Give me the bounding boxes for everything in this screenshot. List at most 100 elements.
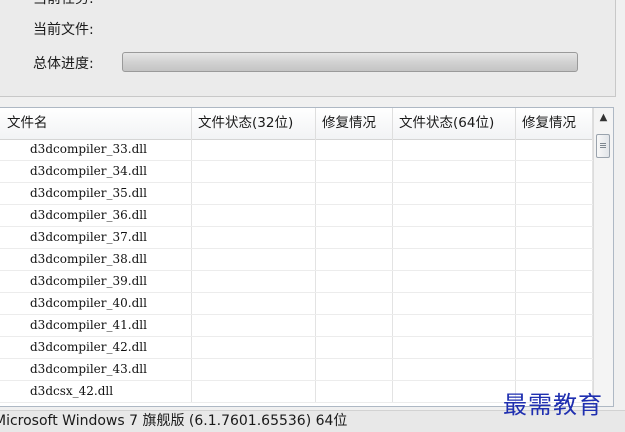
chevron-up-icon[interactable]: ▲ xyxy=(594,108,613,128)
table-row[interactable]: d3dcompiler_37.dll xyxy=(0,227,593,249)
status-panel: 当前任务: 当前文件: 总体进度: xyxy=(0,0,616,97)
cell-filename: d3dcompiler_38.dll xyxy=(0,249,192,270)
filename-text: d3dcompiler_35.dll xyxy=(30,186,147,200)
table-cell xyxy=(192,271,316,292)
table-cell xyxy=(393,227,516,248)
table-cell xyxy=(316,271,393,292)
filename-text: d3dcompiler_36.dll xyxy=(30,208,147,222)
vertical-scrollbar[interactable]: ▲ xyxy=(593,108,613,406)
filename-text: d3dcompiler_39.dll xyxy=(30,274,147,288)
cell-filename: d3dcompiler_40.dll xyxy=(0,293,192,314)
table-cell xyxy=(516,227,593,248)
table-cell xyxy=(316,293,393,314)
table-cell xyxy=(316,139,393,160)
table-cell xyxy=(393,359,516,380)
table-cell xyxy=(192,205,316,226)
table-cell xyxy=(393,161,516,182)
table-row[interactable]: d3dcompiler_35.dll xyxy=(0,183,593,205)
cell-filename: d3dcompiler_37.dll xyxy=(0,227,192,248)
table-cell xyxy=(316,315,393,336)
table-row[interactable]: d3dcompiler_38.dll xyxy=(0,249,593,271)
overall-progress-bar xyxy=(122,52,578,72)
filename-text: d3dcompiler_40.dll xyxy=(30,296,147,310)
table-cell xyxy=(316,359,393,380)
table-cell xyxy=(393,271,516,292)
column-header-status-64bit[interactable]: 文件状态(64位) xyxy=(393,108,516,139)
table-cell xyxy=(516,315,593,336)
table-cell xyxy=(192,359,316,380)
table-cell xyxy=(393,183,516,204)
table-body: d3dcompiler_33.dll d3dcompiler_34.dll d3dc… xyxy=(0,139,593,403)
filename-text: d3dcompiler_38.dll xyxy=(30,252,147,266)
table-cell xyxy=(192,161,316,182)
table-row[interactable]: d3dcompiler_34.dll xyxy=(0,161,593,183)
table-row[interactable]: d3dcompiler_40.dll xyxy=(0,293,593,315)
table-row[interactable]: d3dcompiler_41.dll xyxy=(0,315,593,337)
filename-text: d3dcompiler_43.dll xyxy=(30,362,147,376)
os-info-text: Microsoft Windows 7 旗舰版 (6.1.7601.65536)… xyxy=(0,413,348,429)
cell-filename: d3dcompiler_33.dll xyxy=(0,139,192,160)
table-row[interactable]: d3dcompiler_33.dll xyxy=(0,139,593,161)
grip-line xyxy=(600,143,606,144)
cell-filename: d3dcompiler_43.dll xyxy=(0,359,192,380)
table-cell xyxy=(393,315,516,336)
table-cell xyxy=(393,139,516,160)
column-header-status-32bit[interactable]: 文件状态(32位) xyxy=(192,108,316,139)
table-cell xyxy=(316,205,393,226)
table-row[interactable]: d3dcompiler_42.dll xyxy=(0,337,593,359)
table-row[interactable]: d3dcompiler_43.dll xyxy=(0,359,593,381)
column-header-repair-32bit[interactable]: 修复情况 xyxy=(316,108,393,139)
table-cell xyxy=(516,205,593,226)
table-cell xyxy=(516,359,593,380)
overall-progress-label: 总体进度: xyxy=(33,56,94,72)
filename-text: d3dcsx_42.dll xyxy=(30,384,114,398)
table-cell xyxy=(516,249,593,270)
filename-text: d3dcompiler_41.dll xyxy=(30,318,147,332)
table-cell xyxy=(192,139,316,160)
cell-filename: d3dcompiler_36.dll xyxy=(0,205,192,226)
table-cell xyxy=(516,161,593,182)
table-cell xyxy=(516,183,593,204)
table-cell xyxy=(316,183,393,204)
table-cell xyxy=(192,249,316,270)
file-table[interactable]: 文件名 文件状态(32位) 修复情况 文件状态(64位) 修复情况 d3dcom… xyxy=(0,107,614,407)
table-cell xyxy=(516,139,593,160)
table-cell xyxy=(192,315,316,336)
table-cell xyxy=(316,249,393,270)
cell-filename: d3dcsx_42.dll xyxy=(0,381,192,402)
table-cell xyxy=(393,337,516,358)
table-cell xyxy=(516,337,593,358)
current-file-label: 当前文件: xyxy=(33,22,94,38)
table-cell xyxy=(393,205,516,226)
cell-filename: d3dcompiler_34.dll xyxy=(0,161,192,182)
table-cell xyxy=(393,381,516,402)
table-cell xyxy=(316,337,393,358)
grip-line xyxy=(600,145,606,146)
filename-text: d3dcompiler_34.dll xyxy=(30,164,147,178)
table-cell xyxy=(316,381,393,402)
filename-text: d3dcompiler_42.dll xyxy=(30,340,147,354)
filename-text: d3dcompiler_37.dll xyxy=(30,230,147,244)
cell-filename: d3dcompiler_42.dll xyxy=(0,337,192,358)
table-row[interactable]: d3dcompiler_39.dll xyxy=(0,271,593,293)
table-cell xyxy=(192,227,316,248)
table-cell xyxy=(316,161,393,182)
table-cell xyxy=(316,227,393,248)
table-cell xyxy=(192,293,316,314)
filename-text: d3dcompiler_33.dll xyxy=(30,142,147,156)
scrollbar-thumb[interactable] xyxy=(596,134,610,158)
current-task-label: 当前任务: xyxy=(33,0,94,8)
watermark-logo: 最需教育 xyxy=(503,391,603,419)
table-cell xyxy=(192,381,316,402)
table-cell xyxy=(192,337,316,358)
cell-filename: d3dcompiler_41.dll xyxy=(0,315,192,336)
table-cell xyxy=(516,271,593,292)
grip-line xyxy=(600,147,606,148)
table-cell xyxy=(192,183,316,204)
table-cell xyxy=(393,293,516,314)
table-row[interactable]: d3dcompiler_36.dll xyxy=(0,205,593,227)
column-header-repair-64bit[interactable]: 修复情况 xyxy=(516,108,593,139)
table-header: 文件名 文件状态(32位) 修复情况 文件状态(64位) 修复情况 xyxy=(0,108,593,140)
cell-filename: d3dcompiler_35.dll xyxy=(0,183,192,204)
column-header-filename[interactable]: 文件名 xyxy=(0,108,192,139)
